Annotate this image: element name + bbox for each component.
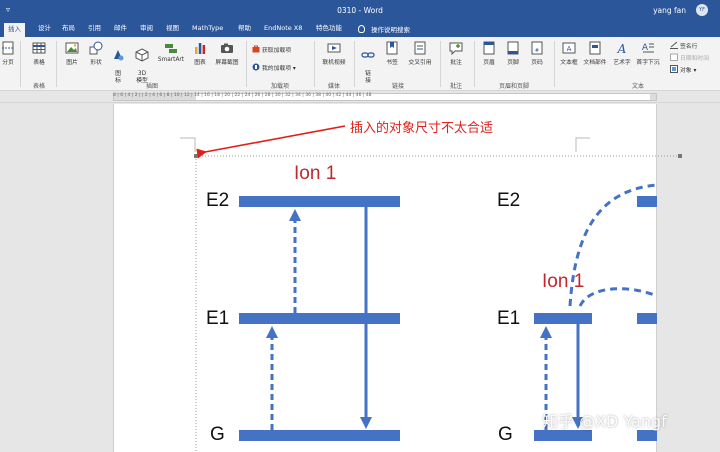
annotation-text: 插入的对象尺寸不太合适 bbox=[350, 121, 494, 136]
resize-handle-top-left[interactable] bbox=[194, 154, 198, 158]
right-ion-title: Ion 1 bbox=[542, 271, 585, 292]
annotation-arrow bbox=[196, 125, 346, 159]
left-level-e1 bbox=[239, 313, 400, 324]
left-level-e2 bbox=[239, 196, 400, 207]
left-label-g: G bbox=[210, 424, 225, 445]
left-arrowhead-down bbox=[360, 417, 372, 429]
right-level-e2-partial bbox=[637, 196, 657, 207]
left-ion-title: Ion 1 bbox=[294, 163, 337, 184]
right-level-e1-partial bbox=[637, 313, 657, 324]
right-transfer-curve-2 bbox=[578, 287, 658, 307]
right-level-e1 bbox=[534, 313, 592, 324]
right-label-g: G bbox=[498, 424, 513, 445]
left-label-e2: E2 bbox=[206, 190, 230, 211]
right-label-e2: E2 bbox=[497, 190, 521, 211]
right-energy-diagram bbox=[534, 183, 658, 441]
right-label-e1: E1 bbox=[497, 308, 521, 329]
left-label-e1: E1 bbox=[206, 308, 230, 329]
left-energy-diagram bbox=[239, 196, 400, 441]
page-overlay bbox=[180, 125, 682, 452]
left-level-g bbox=[239, 430, 400, 441]
left-arrowhead-up-2 bbox=[289, 209, 301, 221]
right-arrowhead-up bbox=[540, 326, 552, 338]
watermark: 知乎 @XD Yangf bbox=[542, 412, 667, 431]
left-arrowhead-up-1 bbox=[266, 326, 278, 338]
resize-handle-top-right[interactable] bbox=[678, 154, 682, 158]
